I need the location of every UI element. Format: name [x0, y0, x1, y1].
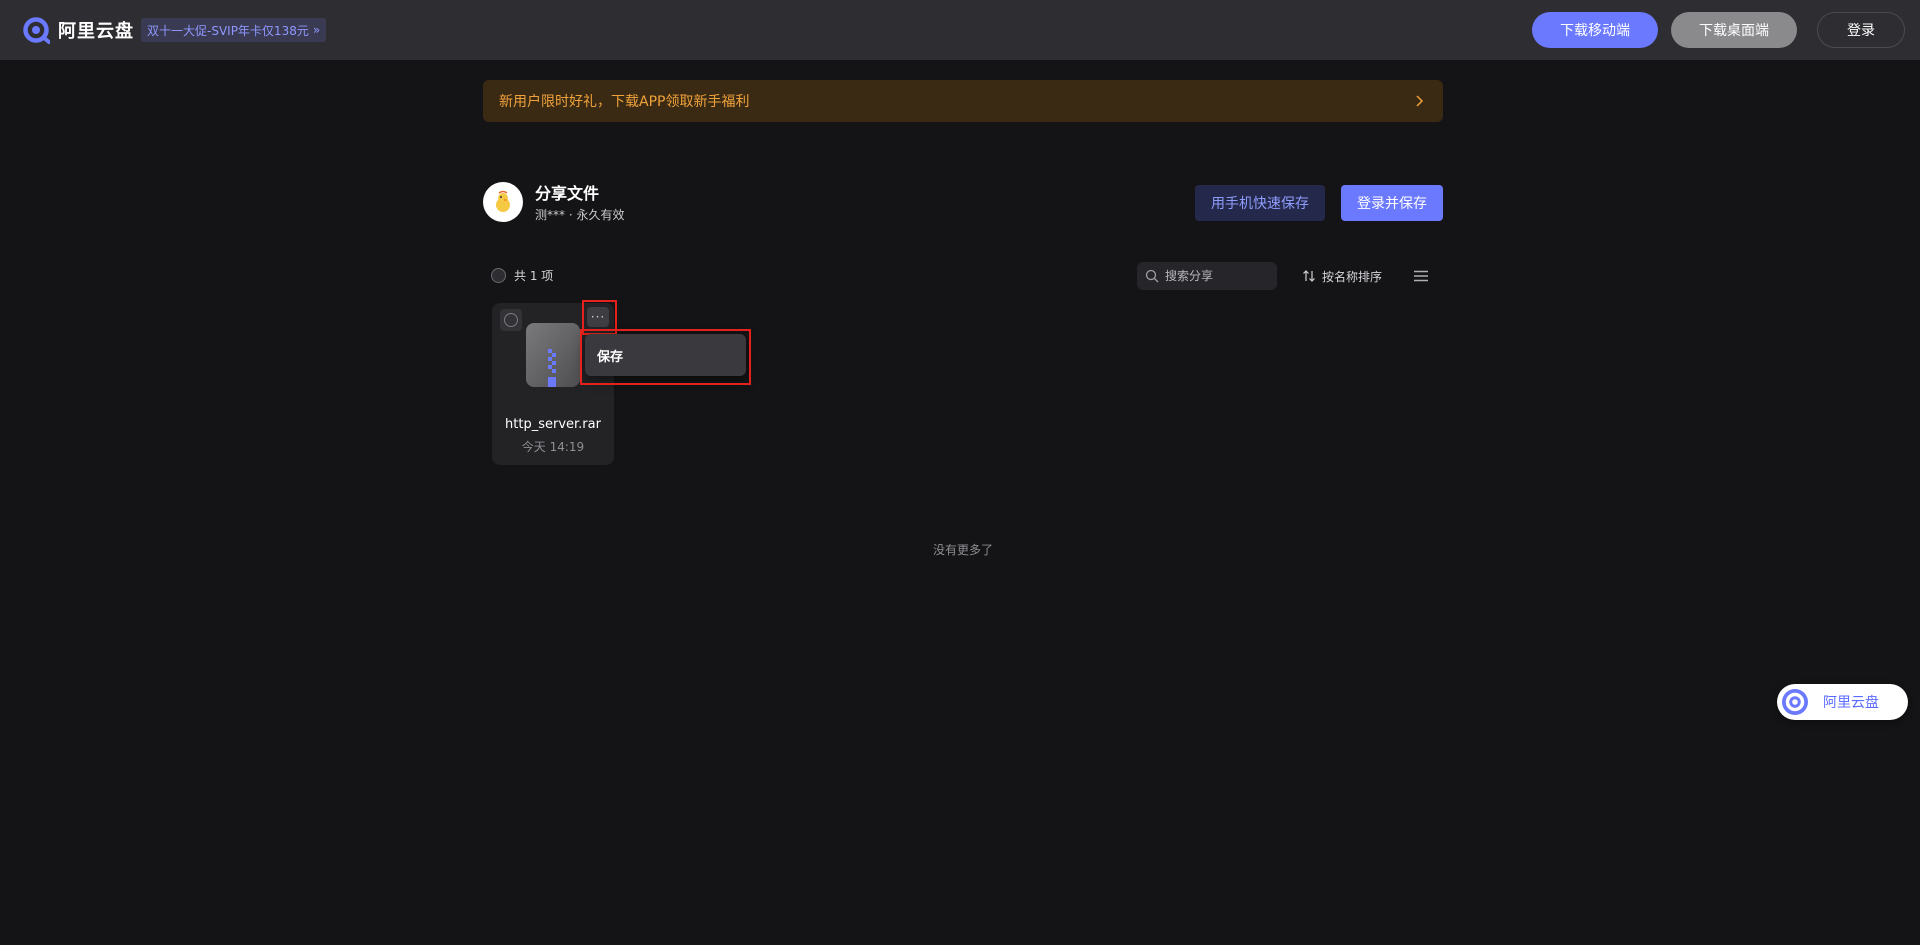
download-desktop-button[interactable]: 下载桌面端 — [1671, 12, 1797, 48]
promo-tag[interactable]: 双十一大促-SVIP年卡仅138元 » — [141, 18, 327, 42]
sort-by-name-button[interactable]: 按名称排序 — [1302, 266, 1382, 286]
sort-label: 按名称排序 — [1322, 269, 1383, 284]
file-card[interactable]: ··· http_server.rar 今天 14:19 — [492, 303, 614, 465]
login-button[interactable]: 登录 — [1817, 12, 1905, 48]
duck-avatar-icon — [496, 190, 510, 212]
no-more-text: 没有更多了 — [932, 543, 993, 557]
more-options-button[interactable]: ··· — [587, 307, 609, 327]
login-and-save-button[interactable]: 登录并保存 — [1341, 185, 1443, 221]
search-input[interactable] — [1165, 269, 1265, 283]
floating-badge-text: 阿里云盘 — [1823, 695, 1879, 711]
download-mobile-button[interactable]: 下载移动端 — [1532, 12, 1658, 48]
file-time: 今天 14:19 — [521, 440, 585, 454]
rar-archive-icon — [526, 323, 580, 387]
sort-icon — [1303, 270, 1315, 282]
promo-text: 双十一大促-SVIP年卡仅138元 — [147, 23, 309, 38]
sharer-avatar — [483, 182, 523, 222]
new-user-banner[interactable]: 新用户限时好礼，下载APP领取新手福利 — [483, 80, 1443, 122]
context-menu: 保存 — [585, 334, 746, 376]
item-count: 共 1 项 — [514, 269, 554, 283]
aliyun-logo-icon — [1782, 689, 1808, 715]
banner-text: 新用户限时好礼，下载APP领取新手福利 — [499, 94, 750, 110]
floating-app-badge[interactable]: 阿里云盘 — [1777, 684, 1908, 720]
search-icon — [1145, 269, 1159, 283]
double-chevron-right-icon: » — [312, 23, 321, 37]
aliyun-drive-logo[interactable]: 阿里云盘 — [22, 15, 134, 45]
share-title: 分享文件 — [535, 184, 600, 203]
search-box[interactable] — [1137, 262, 1277, 290]
file-name: http_server.rar — [505, 417, 601, 432]
chevron-right-icon — [1416, 95, 1424, 107]
phone-quick-save-button[interactable]: 用手机快速保存 — [1195, 185, 1325, 221]
logo-text: 阿里云盘 — [58, 21, 134, 42]
file-select-checkbox[interactable] — [500, 309, 522, 331]
select-all-checkbox[interactable] — [491, 268, 506, 283]
list-view-icon[interactable] — [1413, 268, 1429, 284]
checkbox-circle — [504, 313, 518, 327]
menu-item-save[interactable]: 保存 — [585, 334, 746, 376]
aliyun-logo-icon — [23, 17, 50, 44]
share-subtitle: 测*** · 永久有效 — [535, 208, 625, 222]
top-header: 阿里云盘 双十一大促-SVIP年卡仅138元 » 下载移动端 下载桌面端 登录 — [0, 0, 1920, 60]
